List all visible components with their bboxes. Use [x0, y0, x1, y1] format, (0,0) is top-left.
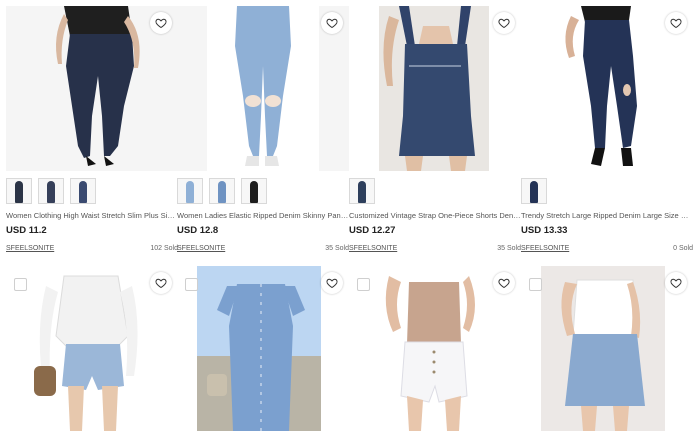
product-card[interactable]: [6, 266, 178, 431]
favorite-button[interactable]: [150, 12, 172, 34]
product-image[interactable]: [349, 266, 521, 431]
product-card[interactable]: Customized Vintage Strap One-Piece Short…: [349, 6, 521, 253]
product-image[interactable]: [521, 266, 693, 431]
product-image[interactable]: [177, 6, 349, 171]
product-card[interactable]: [177, 266, 349, 431]
model-ripped-skinny-jeans-image: [177, 6, 349, 171]
model-stretch-ripped-jeans-image: [521, 6, 693, 171]
color-variants: [521, 178, 693, 204]
product-price: USD 11.2: [6, 225, 47, 236]
seller-link[interactable]: SFEELSONITE: [349, 244, 397, 253]
heart-icon: [326, 18, 338, 29]
heart-icon: [498, 278, 510, 289]
favorite-button[interactable]: [321, 12, 343, 34]
product-card[interactable]: [349, 266, 521, 431]
variant-thumb[interactable]: [6, 178, 32, 204]
product-image[interactable]: [521, 6, 693, 171]
variant-thumb[interactable]: [349, 178, 375, 204]
model-denim-skirt-image: [521, 266, 693, 431]
favorite-button[interactable]: [665, 12, 687, 34]
product-image[interactable]: [349, 6, 521, 171]
model-white-high-waist-shorts-image: [349, 266, 521, 431]
model-dark-jeans-image: [6, 6, 178, 171]
favorite-button[interactable]: [150, 272, 172, 294]
sold-count: 0 Sold: [673, 245, 693, 252]
product-grid: Women Clothing High Waist Stretch Slim P…: [0, 0, 700, 434]
product-price: USD 13.33: [521, 225, 568, 236]
variant-thumb[interactable]: [38, 178, 64, 204]
product-image[interactable]: [6, 266, 178, 431]
sold-count: 35 Sold: [497, 245, 521, 252]
sold-count: 35 Sold: [325, 245, 349, 252]
favorite-button[interactable]: [493, 12, 515, 34]
select-checkbox[interactable]: [14, 278, 27, 291]
color-variants: [6, 178, 178, 204]
product-title[interactable]: Trendy Stretch Large Ripped Denim Large …: [521, 211, 693, 221]
favorite-button[interactable]: [321, 272, 343, 294]
product-title[interactable]: Women Ladies Elastic Ripped Denim Skinny…: [177, 211, 349, 221]
product-card[interactable]: Trendy Stretch Large Ripped Denim Large …: [521, 6, 693, 253]
select-checkbox[interactable]: [529, 278, 542, 291]
product-title[interactable]: Customized Vintage Strap One-Piece Short…: [349, 211, 521, 221]
sold-count: 102 Sold: [150, 245, 178, 252]
heart-icon: [155, 18, 167, 29]
seller-link[interactable]: SFEELSONITE: [6, 244, 54, 253]
favorite-button[interactable]: [665, 272, 687, 294]
model-denim-overalls-image: [349, 6, 521, 171]
variant-thumb[interactable]: [177, 178, 203, 204]
product-card[interactable]: Women Ladies Elastic Ripped Denim Skinny…: [177, 6, 349, 253]
heart-icon: [670, 18, 682, 29]
color-variants: [177, 178, 349, 204]
seller-link[interactable]: SFEELSONITE: [521, 244, 569, 253]
variant-thumb[interactable]: [521, 178, 547, 204]
heart-icon: [326, 278, 338, 289]
variant-thumb[interactable]: [209, 178, 235, 204]
model-denim-dress-image: [177, 266, 349, 431]
variant-thumb[interactable]: [241, 178, 267, 204]
product-image[interactable]: [6, 6, 178, 171]
heart-icon: [155, 278, 167, 289]
seller-link[interactable]: SFEELSONITE: [177, 244, 225, 253]
color-variants: [349, 178, 521, 204]
product-price: USD 12.27: [349, 225, 396, 236]
model-white-top-denim-shorts-image: [6, 266, 178, 431]
product-card[interactable]: [521, 266, 693, 431]
variant-thumb[interactable]: [70, 178, 96, 204]
product-image[interactable]: [177, 266, 349, 431]
heart-icon: [670, 278, 682, 289]
heart-icon: [498, 18, 510, 29]
favorite-button[interactable]: [493, 272, 515, 294]
product-card[interactable]: Women Clothing High Waist Stretch Slim P…: [6, 6, 178, 253]
product-title[interactable]: Women Clothing High Waist Stretch Slim P…: [6, 211, 178, 221]
product-price: USD 12.8: [177, 225, 219, 236]
select-checkbox[interactable]: [185, 278, 198, 291]
select-checkbox[interactable]: [357, 278, 370, 291]
